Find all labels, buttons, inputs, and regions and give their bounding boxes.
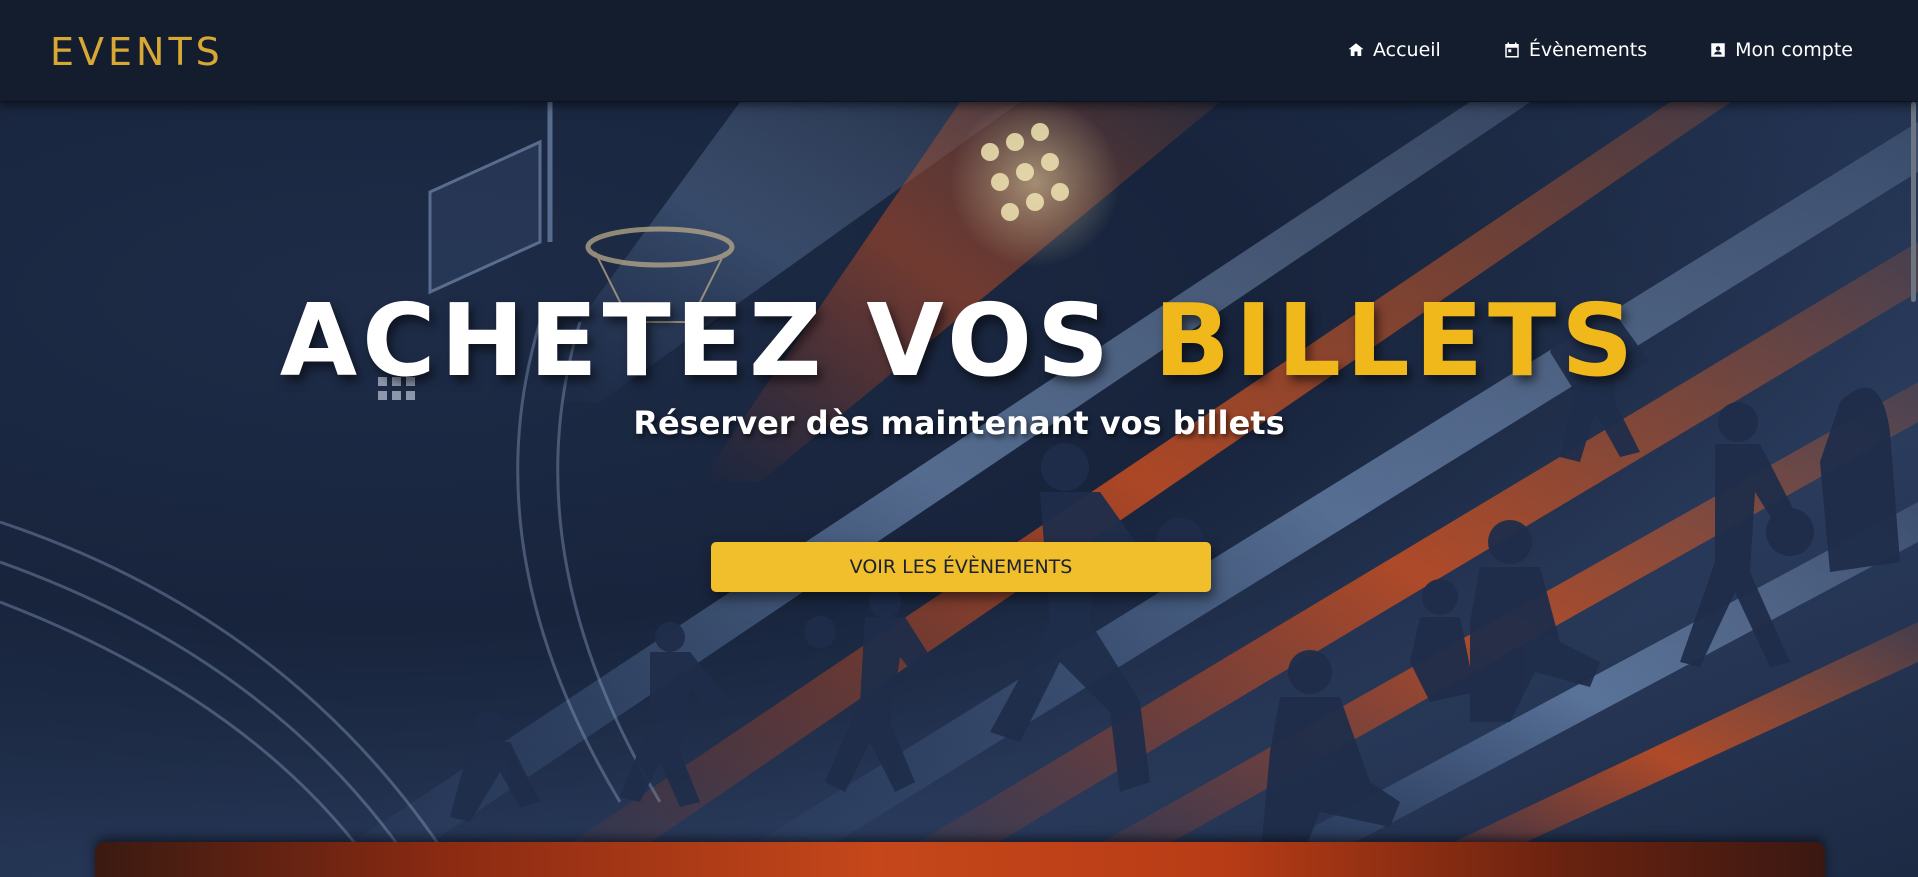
brand-logo[interactable]: EVENTS <box>50 30 224 74</box>
nav-item-accueil[interactable]: Accueil <box>1347 39 1441 61</box>
nav-item-evenements[interactable]: Évènements <box>1503 39 1647 61</box>
home-icon <box>1348 43 1364 56</box>
headline-accent: BILLETS <box>1153 282 1639 399</box>
view-events-button[interactable]: VOIR LES ÉVÈNEMENTS <box>711 542 1211 592</box>
nav-item-mon-compte[interactable]: Mon compte <box>1709 39 1853 61</box>
main-nav: Accueil Évènements Mon compte <box>1347 39 1853 61</box>
scrollbar-thumb[interactable] <box>1911 102 1916 302</box>
calendar-icon <box>1505 42 1519 58</box>
nav-item-label: Accueil <box>1372 39 1441 61</box>
navbar: EVENTS Accueil Évènements Mon compte <box>0 0 1918 102</box>
featured-event-card[interactable] <box>95 842 1825 877</box>
page-scrollbar[interactable] <box>1909 102 1918 302</box>
hero-section: ACHETEZ VOS BILLETS Réserver dès mainten… <box>0 102 1918 877</box>
headline-main: ACHETEZ VOS <box>279 282 1154 399</box>
user-card-icon <box>1711 43 1725 57</box>
hero-headline: ACHETEZ VOS BILLETS <box>0 282 1918 399</box>
hero-subtitle: Réserver dès maintenant vos billets <box>633 404 1285 442</box>
nav-item-label: Évènements <box>1528 39 1648 61</box>
nav-item-label: Mon compte <box>1735 39 1853 61</box>
hero-background-illustration <box>0 102 1918 877</box>
